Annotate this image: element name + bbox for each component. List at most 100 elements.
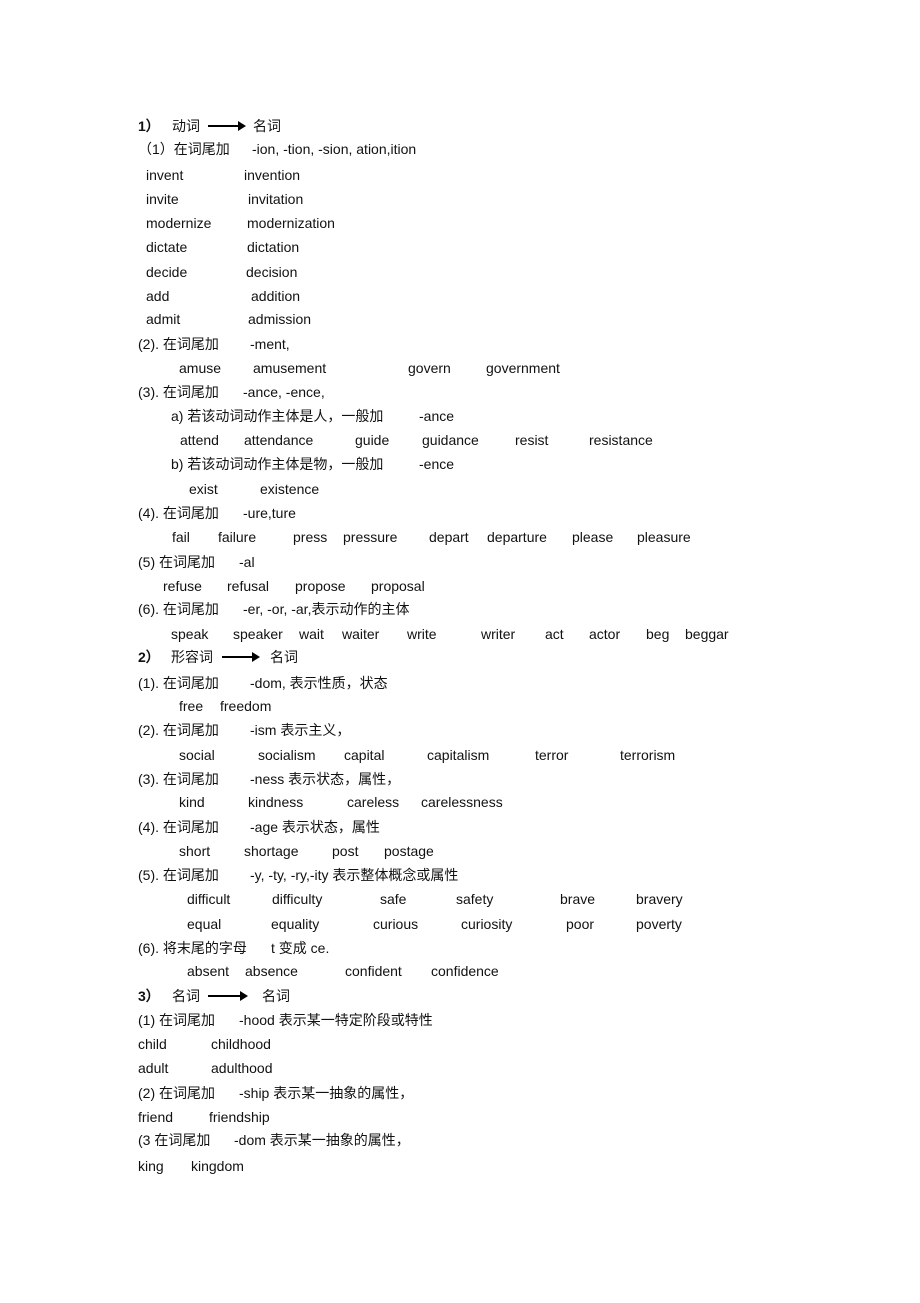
line-text: capitalism (427, 747, 490, 763)
line-label: (2). 在词尾加 (138, 722, 219, 738)
line-label: adult (138, 1060, 169, 1076)
line-text: childhood (211, 1036, 271, 1052)
line-label: child (138, 1036, 167, 1052)
line-label: 3） (138, 988, 160, 1004)
arrow-right-icon (208, 991, 248, 1001)
line-text: absence (245, 963, 298, 979)
line-label: 1） (138, 118, 160, 134)
line-label: (3). 在词尾加 (138, 384, 219, 400)
line-text: pressure (343, 529, 398, 545)
line-text: -ship 表示某一抽象的属性， (239, 1085, 414, 1101)
line-text: dictation (247, 239, 300, 255)
line-label: (5) 在词尾加 (138, 554, 215, 570)
line-label: (2). 在词尾加 (138, 336, 219, 352)
line-label: (3 在词尾加 (138, 1132, 211, 1148)
line-text: curiosity (461, 916, 513, 932)
line-text: waiter (342, 626, 380, 642)
line-text: 形容词 (171, 649, 213, 665)
line-label: amuse (179, 360, 222, 376)
line-text: govern (408, 360, 451, 376)
line-text: resistance (589, 432, 653, 448)
line-label: difficult (187, 891, 231, 907)
line-label: fail (172, 529, 190, 545)
line-text: 名词 (172, 988, 200, 1004)
line-label: (4). 在词尾加 (138, 819, 219, 835)
line-text: -al (239, 554, 255, 570)
line-text: press (293, 529, 328, 545)
line-text: safety (456, 891, 494, 907)
line-text: 名词 (270, 649, 298, 665)
line-label: speak (171, 626, 209, 642)
line-text: careless (347, 794, 400, 810)
line-text: equality (271, 916, 320, 932)
line-text: -er, -or, -ar,表示动作的主体 (243, 601, 410, 617)
line-text: pleasure (637, 529, 691, 545)
line-label: (6). 将末尾的字母 (138, 940, 247, 956)
line-text: brave (560, 891, 596, 907)
line-text: please (572, 529, 614, 545)
line-text: -age 表示状态，属性 (250, 819, 380, 835)
line-text: invention (244, 167, 301, 183)
line-label: 2） (138, 649, 160, 665)
line-text: attendance (244, 432, 314, 448)
line-label: invent (146, 167, 184, 183)
line-text: postage (384, 843, 434, 859)
line-text: poor (566, 916, 595, 932)
line-label: (4). 在词尾加 (138, 505, 219, 521)
line-text: -ion, -tion, -sion, ation,ition (252, 141, 417, 157)
line-label: modernize (146, 215, 212, 231)
line-text: -ment, (250, 336, 290, 352)
line-text: post (332, 843, 359, 859)
line-text: difficulty (272, 891, 323, 907)
line-text: departure (487, 529, 547, 545)
arrow-right-icon (208, 121, 246, 131)
line-text: failure (218, 529, 257, 545)
line-text: -y, -ty, -ry,-ity 表示整体概念或属性 (250, 867, 459, 883)
line-text: -ness 表示状态，属性， (250, 771, 401, 787)
line-label: decide (146, 264, 188, 280)
line-text: -ance (419, 408, 455, 424)
line-text: confident (345, 963, 402, 979)
line-label: equal (187, 916, 222, 932)
line-label: dictate (146, 239, 188, 255)
line-text: terror (535, 747, 569, 763)
line-text: decision (246, 264, 298, 280)
line-text: -ance, -ence, (243, 384, 325, 400)
line-text: -ure,ture (243, 505, 296, 521)
line-text: socialism (258, 747, 316, 763)
line-label: add (146, 288, 170, 304)
line-label: (1) 在词尾加 (138, 1012, 215, 1028)
line-label: (2) 在词尾加 (138, 1085, 215, 1101)
line-text: propose (295, 578, 346, 594)
line-text: kindness (248, 794, 304, 810)
line-label: a) 若该动词动作主体是人，一般加 (171, 408, 384, 424)
line-text: terrorism (620, 747, 676, 763)
line-text: shortage (244, 843, 299, 859)
line-text: proposal (371, 578, 425, 594)
line-text: 动词 (172, 118, 200, 134)
line-label: (6). 在词尾加 (138, 601, 219, 617)
line-label: kind (179, 794, 205, 810)
line-label: refuse (163, 578, 202, 594)
line-label: short (179, 843, 211, 859)
line-text: 名词 (253, 118, 281, 134)
line-text: government (486, 360, 560, 376)
document-page: 1） 动词 名词 （1）在词尾加 -ion, -tion, -sion, ation,i… (0, 0, 920, 1303)
line-text: invitation (248, 191, 304, 207)
line-text: modernization (247, 215, 335, 231)
line-label: (3). 在词尾加 (138, 771, 219, 787)
line-text: actor (589, 626, 621, 642)
line-label: exist (189, 481, 218, 497)
line-text: t 变成 ce. (271, 940, 330, 956)
line-text: bravery (636, 891, 683, 907)
line-label: admit (146, 311, 181, 327)
line-text: adulthood (211, 1060, 273, 1076)
line-text: writer (481, 626, 516, 642)
line-text: poverty (636, 916, 682, 932)
line-text: refusal (227, 578, 270, 594)
line-label: invite (146, 191, 179, 207)
line-text: admission (248, 311, 312, 327)
line-label: absent (187, 963, 230, 979)
line-text: amusement (253, 360, 327, 376)
line-label: social (179, 747, 215, 763)
